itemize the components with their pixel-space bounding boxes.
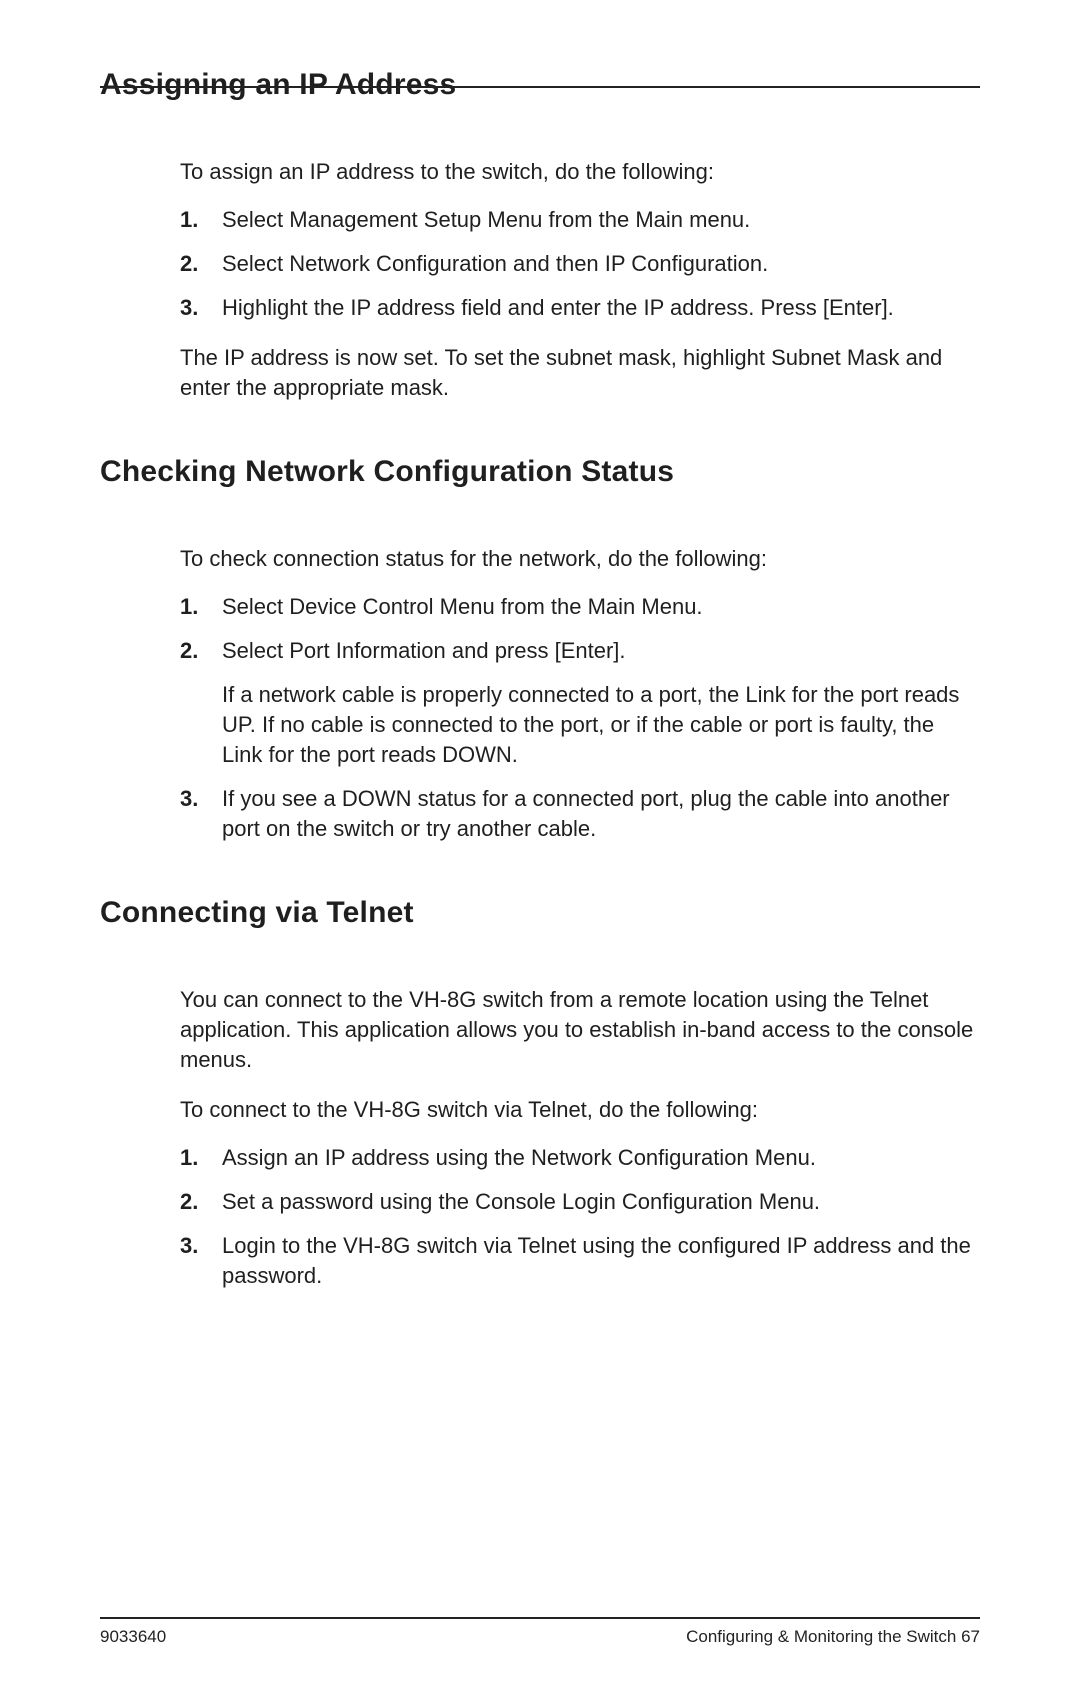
intro-text: To connect to the VH-8G switch via Telne… [180,1095,980,1125]
footer-row: 9033640 Configuring & Monitoring the Swi… [100,1627,980,1647]
footer: 9033640 Configuring & Monitoring the Swi… [100,1617,980,1647]
step-item: Select Device Control Menu from the Main… [180,592,980,622]
step-text: If you see a DOWN status for a connected… [222,786,950,841]
step-text: Set a password using the Console Login C… [222,1189,820,1214]
step-item: Set a password using the Console Login C… [180,1187,980,1217]
steps-list: Assign an IP address using the Network C… [180,1143,980,1291]
step-text: Select Network Configuration and then IP… [222,251,768,276]
step-text: Select Management Setup Menu from the Ma… [222,207,750,232]
after-steps-text: The IP address is now set. To set the su… [180,343,980,403]
step-text: Highlight the IP address field and enter… [222,295,894,320]
step-text: Login to the VH-8G switch via Telnet usi… [222,1233,971,1288]
footer-left-text: 9033640 [100,1627,166,1647]
step-item: Login to the VH-8G switch via Telnet usi… [180,1231,980,1291]
preintro-text: You can connect to the VH-8G switch from… [180,985,980,1075]
step-subtext: If a network cable is properly connected… [222,680,980,770]
steps-list: Select Management Setup Menu from the Ma… [180,205,980,323]
section-heading-telnet: Connecting via Telnet [100,896,980,930]
section-body-assign-ip: To assign an IP address to the switch, d… [180,157,980,403]
steps-list: Select Device Control Menu from the Main… [180,592,980,844]
step-item: Select Port Information and press [Enter… [180,636,980,770]
intro-text: To assign an IP address to the switch, d… [180,157,980,187]
section-heading-assign-ip: Assigning an IP Address [100,34,980,102]
top-rule [100,86,980,88]
intro-text: To check connection status for the netwo… [180,544,980,574]
step-item: Select Network Configuration and then IP… [180,249,980,279]
step-item: Assign an IP address using the Network C… [180,1143,980,1173]
step-item: Select Management Setup Menu from the Ma… [180,205,980,235]
section-heading-check-status: Checking Network Configuration Status [100,455,980,489]
section-body-check-status: To check connection status for the netwo… [180,544,980,844]
step-text: Select Device Control Menu from the Main… [222,594,703,619]
section-body-telnet: You can connect to the VH-8G switch from… [180,985,980,1291]
step-item: Highlight the IP address field and enter… [180,293,980,323]
bottom-rule [100,1617,980,1619]
page: Assigning an IP Address To assign an IP … [0,34,1080,1703]
step-text: Select Port Information and press [Enter… [222,638,626,663]
step-item: If you see a DOWN status for a connected… [180,784,980,844]
step-text: Assign an IP address using the Network C… [222,1145,816,1170]
footer-right-text: Configuring & Monitoring the Switch 67 [686,1627,980,1647]
